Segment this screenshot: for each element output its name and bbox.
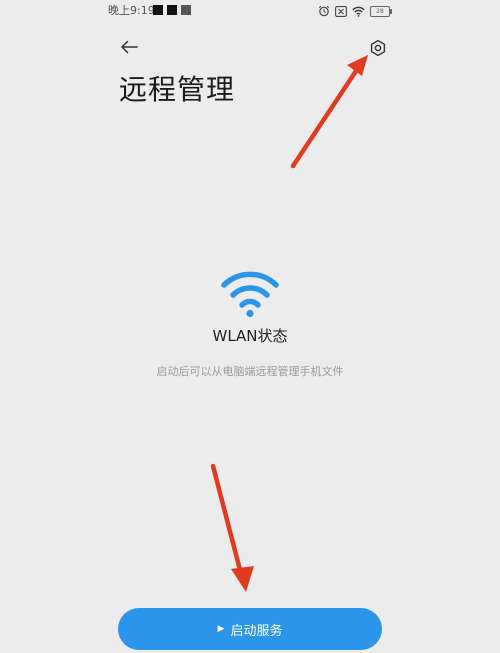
annotation-arrow-settings <box>290 55 368 169</box>
wlan-status-icon <box>221 271 279 318</box>
status-time: 晚上9:19 <box>108 4 155 17</box>
page-title: 远程管理 <box>119 73 236 106</box>
battery-icon: 28 <box>370 5 392 17</box>
battery-level: 28 <box>376 7 384 15</box>
notification-square-icon <box>167 5 177 15</box>
status-icons: 28 <box>318 3 392 19</box>
notification-square-icon <box>181 5 191 15</box>
wlan-status-label: WLAN状态 <box>212 327 288 345</box>
sim-x-icon <box>335 5 347 17</box>
back-button[interactable] <box>116 36 142 58</box>
description-text: 启动后可以从电脑端远程管理手机文件 <box>156 365 344 378</box>
gear-icon <box>370 39 386 57</box>
screen: 晚上9:19 28 远程管理 WLAN状态 启动后可以从电脑端远程管理手机文件 … <box>0 0 500 653</box>
start-service-button[interactable]: ▶ 启动服务 <box>118 608 382 650</box>
arrow-left-icon <box>121 40 138 54</box>
play-icon: ▶ <box>217 623 225 634</box>
annotation-arrow-start <box>210 463 254 592</box>
settings-button[interactable] <box>365 35 391 61</box>
start-service-label: 启动服务 <box>230 623 283 639</box>
wifi-icon <box>352 6 365 17</box>
status-bar: 晚上9:19 28 <box>0 0 500 22</box>
notification-square-icon <box>153 5 163 15</box>
alarm-icon <box>318 5 330 17</box>
